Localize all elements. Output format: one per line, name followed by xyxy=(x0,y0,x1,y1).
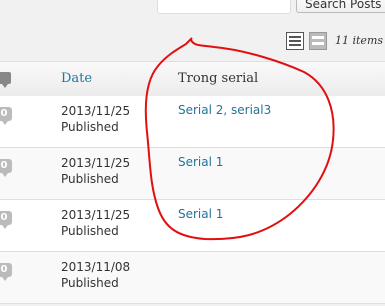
comments-column-icon[interactable] xyxy=(0,72,11,88)
date-value: 2013/11/25 xyxy=(61,104,131,118)
status-value: Published xyxy=(61,172,119,186)
excerpt-view-icon[interactable] xyxy=(309,32,327,50)
status-value: Published xyxy=(61,224,119,238)
search-button[interactable]: Search Posts xyxy=(296,0,385,13)
date-cell: 2013/11/25 Published xyxy=(61,155,130,187)
date-cell: 2013/11/25 Published xyxy=(61,207,130,239)
status-value: Published xyxy=(61,120,119,134)
search-input[interactable] xyxy=(157,0,291,14)
table-row: 0 2013/11/25 Published Serial 2, serial3 xyxy=(0,96,385,148)
status-value: Published xyxy=(61,276,119,290)
serial-link[interactable]: Serial 2, serial3 xyxy=(178,103,271,117)
date-value: 2013/11/08 xyxy=(61,260,131,274)
comment-count-badge[interactable]: 0 xyxy=(0,159,12,177)
table-row: 0 2013/11/25 Published Serial 1 xyxy=(0,148,385,200)
items-count: 11 items xyxy=(335,34,384,47)
comment-count-badge[interactable]: 0 xyxy=(0,211,12,229)
date-value: 2013/11/25 xyxy=(61,208,131,222)
date-column-header[interactable]: Date xyxy=(61,71,92,86)
date-cell: 2013/11/08 Published xyxy=(61,259,130,291)
serial-column-header: Trong serial xyxy=(178,71,259,86)
date-cell: 2013/11/25 Published xyxy=(61,103,130,135)
table-row: 0 2013/11/08 Published xyxy=(0,252,385,304)
comment-count-badge[interactable]: 0 xyxy=(0,107,12,125)
serial-link[interactable]: Serial 1 xyxy=(178,155,223,169)
table-header: Date Trong serial xyxy=(0,61,385,97)
serial-link[interactable]: Serial 1 xyxy=(178,207,223,221)
date-value: 2013/11/25 xyxy=(61,156,131,170)
comment-count-badge[interactable]: 0 xyxy=(0,263,12,281)
table-row: 0 2013/11/25 Published Serial 1 xyxy=(0,200,385,252)
list-view-icon[interactable] xyxy=(286,32,304,50)
